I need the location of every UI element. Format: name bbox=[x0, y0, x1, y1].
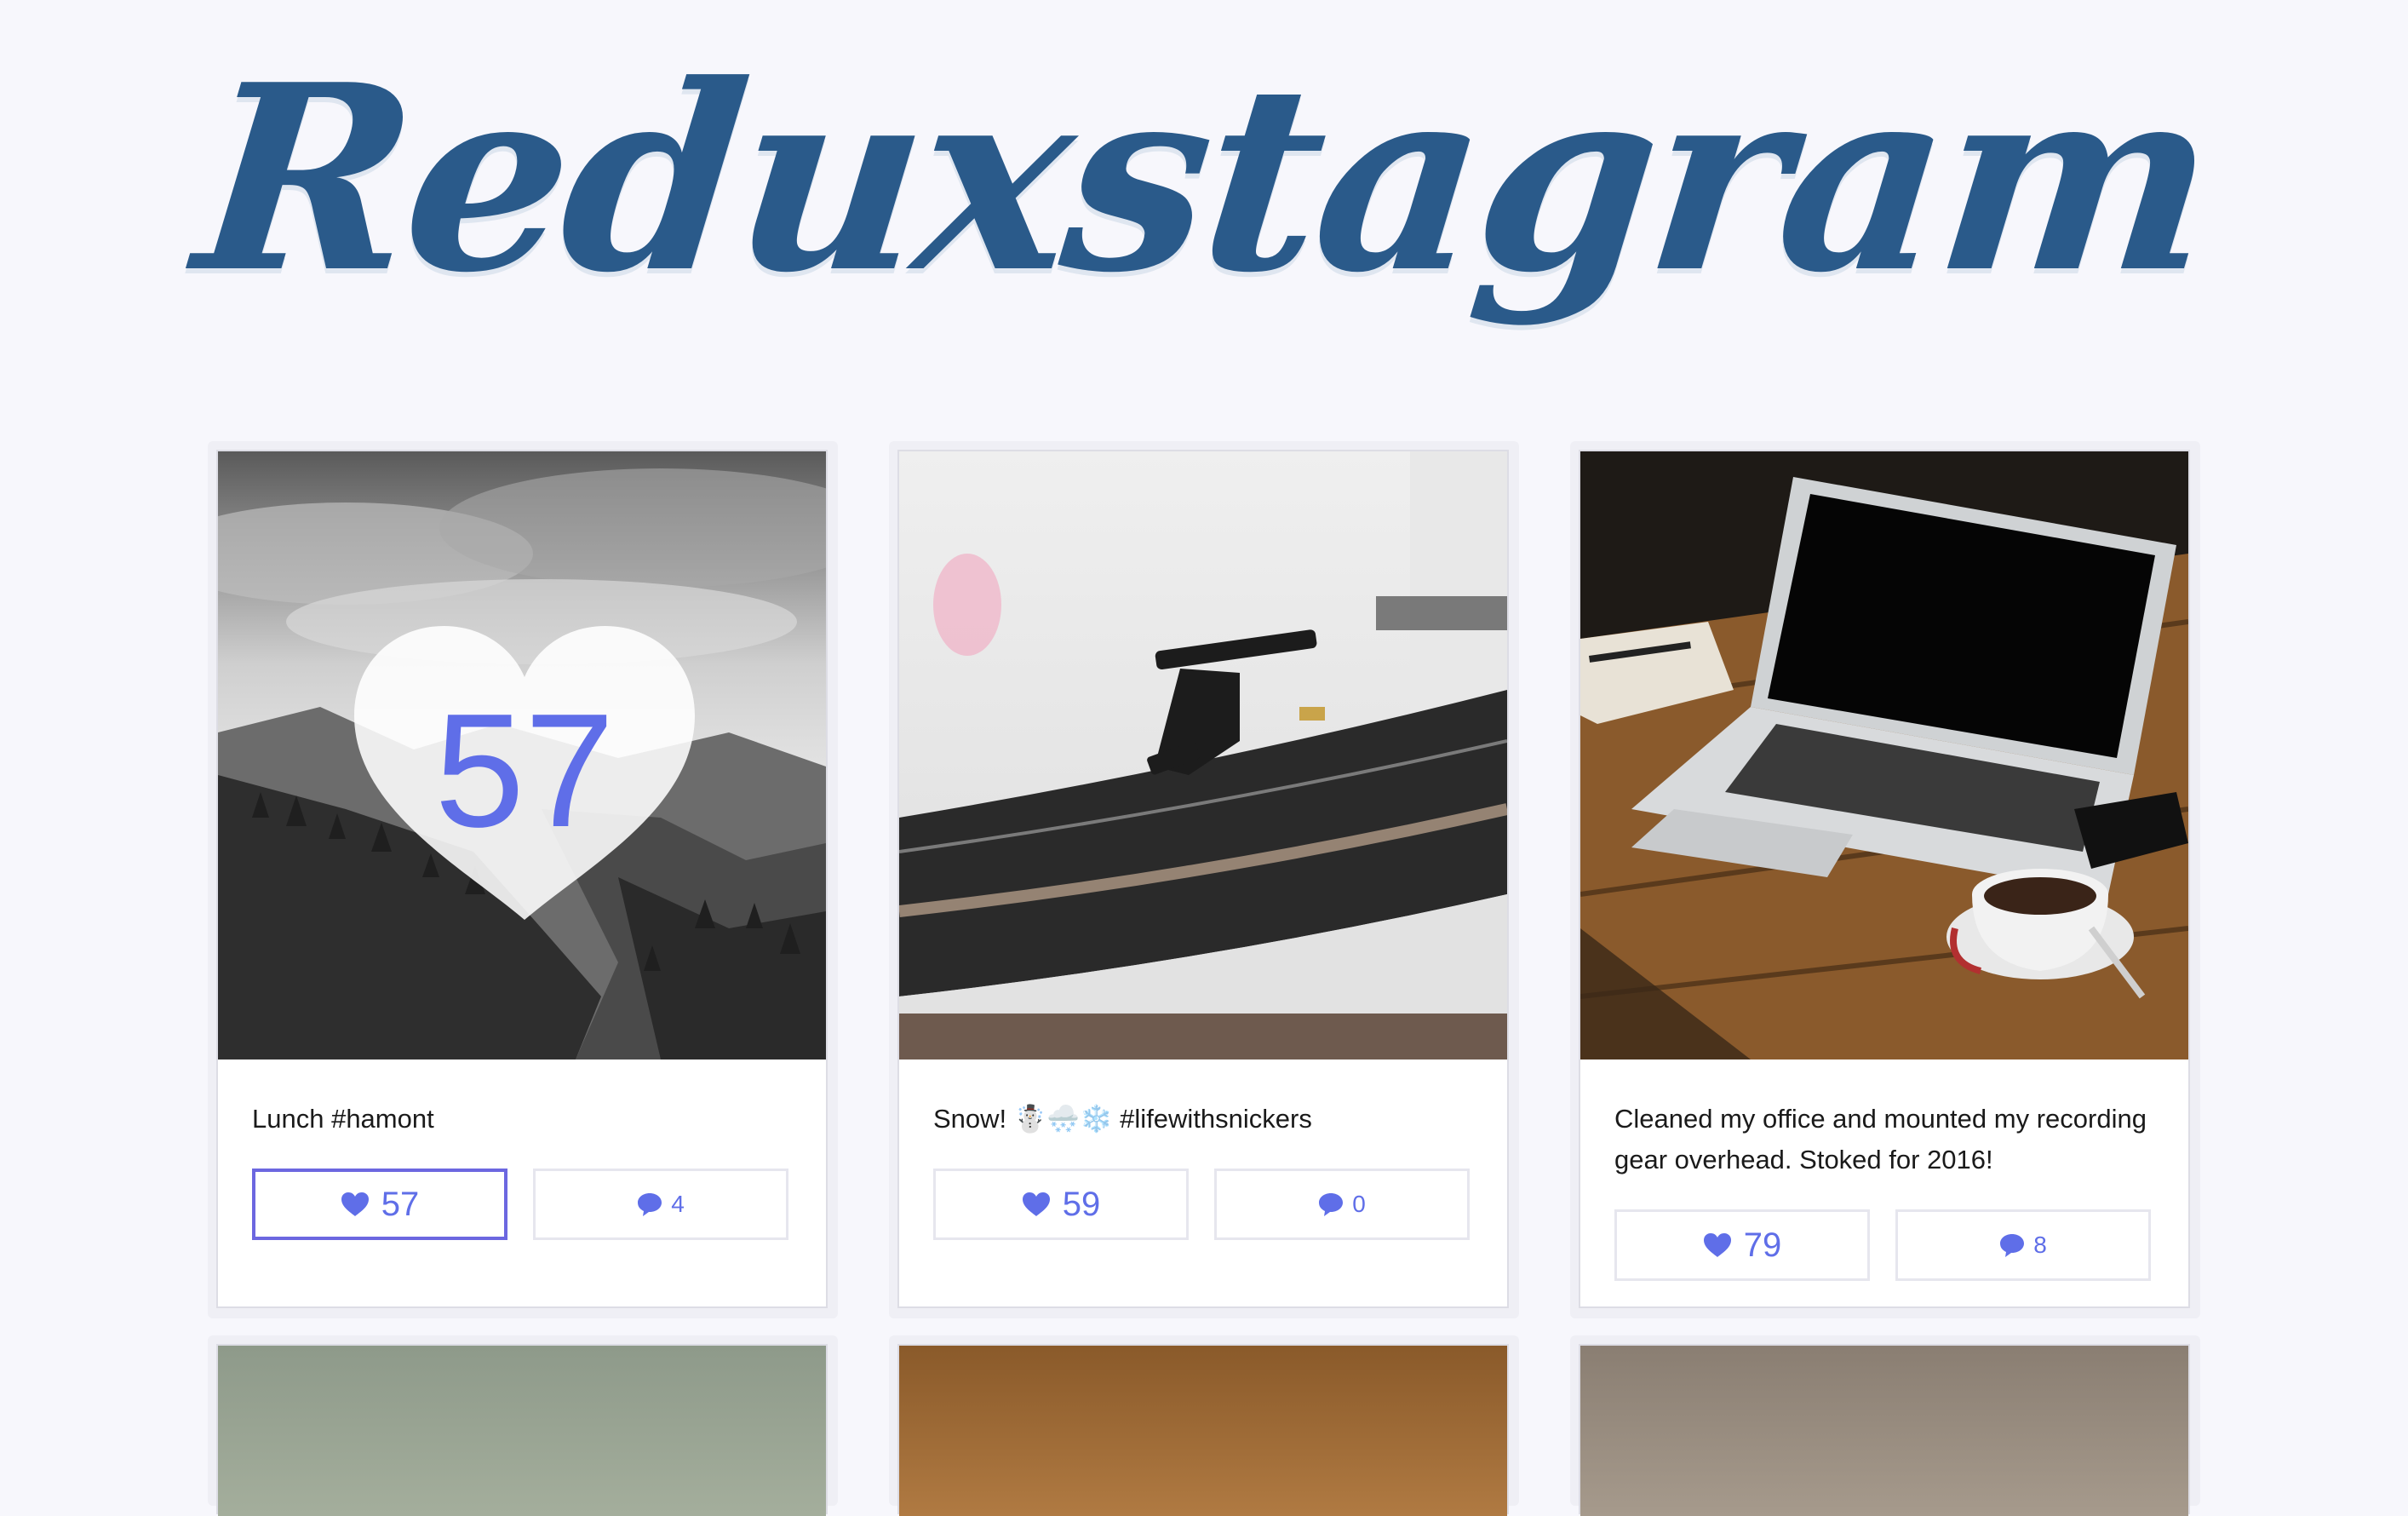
post-card-inner: Cleaned my office and mounted my recordi… bbox=[1579, 450, 2190, 1308]
post-card bbox=[889, 1335, 1519, 1516]
like-button[interactable]: 79 bbox=[1614, 1209, 1870, 1281]
post-caption: Lunch #hamont bbox=[252, 1104, 434, 1134]
post-card-inner bbox=[1579, 1344, 2190, 1516]
like-overlay-count: 57 bbox=[434, 680, 615, 861]
post-card: 57 Lunch #hamont 57 4 bbox=[208, 441, 838, 1318]
post-card-inner: Snow! ☃️🌨️❄️ #lifewithsnickers 59 0 bbox=[897, 450, 1509, 1308]
comments-button[interactable]: 4 bbox=[533, 1169, 788, 1240]
comments-button[interactable]: 8 bbox=[1895, 1209, 2151, 1281]
speech-bubble-icon bbox=[1319, 1193, 1344, 1216]
post-card-inner bbox=[216, 1344, 828, 1516]
post-photo[interactable] bbox=[1580, 1346, 2188, 1516]
post-photo-mountains[interactable]: 57 bbox=[218, 451, 826, 1059]
comment-count: 8 bbox=[2033, 1232, 2047, 1258]
comment-count: 4 bbox=[671, 1191, 685, 1217]
speech-bubble-icon bbox=[638, 1193, 662, 1216]
post-card-inner: 57 Lunch #hamont 57 4 bbox=[216, 450, 828, 1308]
post-caption: Snow! ☃️🌨️❄️ #lifewithsnickers bbox=[933, 1104, 1312, 1134]
post-photo[interactable] bbox=[899, 1346, 1507, 1516]
comment-count: 0 bbox=[1352, 1191, 1366, 1217]
like-count: 59 bbox=[1062, 1185, 1101, 1223]
like-overlay-heart: 57 bbox=[346, 622, 703, 928]
post-card: Snow! ☃️🌨️❄️ #lifewithsnickers 59 0 bbox=[889, 441, 1519, 1318]
post-card bbox=[208, 1335, 838, 1516]
post-photo[interactable] bbox=[218, 1346, 826, 1516]
post-caption: Cleaned my office and mounted my recordi… bbox=[1614, 1104, 2147, 1174]
post-card bbox=[1570, 1335, 2200, 1516]
comments-button[interactable]: 0 bbox=[1214, 1169, 1470, 1240]
photo-grid: 57 Lunch #hamont 57 4 Snow! ☃️🌨️❄️ #life… bbox=[0, 0, 2408, 1516]
post-card: Cleaned my office and mounted my recordi… bbox=[1570, 441, 2200, 1318]
post-photo-laptop-desk[interactable] bbox=[1580, 451, 2188, 1059]
heart-icon bbox=[1022, 1192, 1050, 1216]
like-count: 79 bbox=[1743, 1226, 1782, 1264]
like-button[interactable]: 59 bbox=[933, 1169, 1189, 1240]
speech-bubble-icon bbox=[2000, 1234, 2025, 1257]
post-photo-turntable[interactable] bbox=[899, 451, 1507, 1059]
heart-icon bbox=[341, 1192, 369, 1216]
like-button[interactable]: 57 bbox=[252, 1169, 507, 1240]
heart-icon bbox=[1703, 1233, 1731, 1257]
post-card-inner bbox=[897, 1344, 1509, 1516]
like-count: 57 bbox=[381, 1185, 420, 1223]
